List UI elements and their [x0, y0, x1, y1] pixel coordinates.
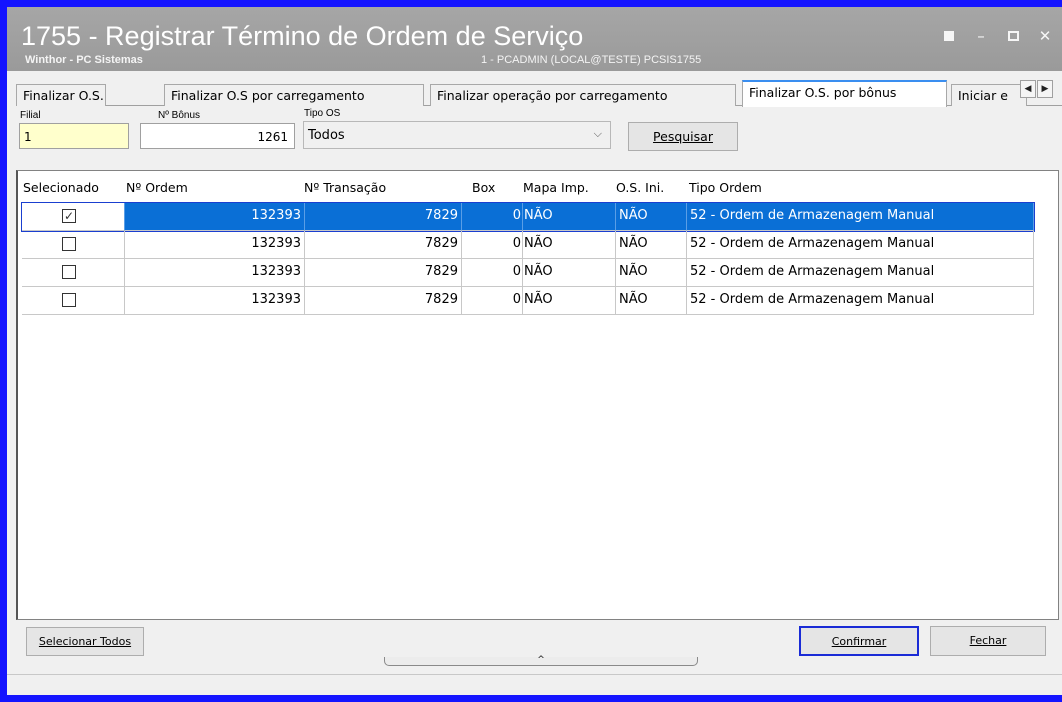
- cell-box: 0: [462, 203, 523, 231]
- bonus-label: Nº Bônus: [158, 110, 201, 121]
- search-button-label: Pesquisar: [653, 129, 713, 144]
- tab-finalizar-os-bonus[interactable]: Finalizar O.S. por bônus: [742, 80, 947, 107]
- cell-mapa: NÃO: [523, 231, 616, 259]
- cell-transacao: 7829: [305, 231, 462, 259]
- grid-header: Selecionado Nº Ordem Nº Transação Box Ma…: [18, 171, 1058, 201]
- tab-finalizar-operacao-carregamento[interactable]: Finalizar operação por carregamento: [430, 84, 736, 106]
- connection-info: 1 - PCADMIN (LOCAL@TESTE) PCSIS1755: [481, 54, 702, 66]
- cell-tipo: 52 - Ordem de Armazenagem Manual: [687, 231, 1034, 259]
- bonus-input[interactable]: 1261: [140, 123, 295, 149]
- cell-transacao: 7829: [305, 203, 462, 231]
- checkbox-icon[interactable]: [62, 237, 76, 251]
- close-button[interactable]: Fechar: [930, 626, 1046, 656]
- collapse-handle[interactable]: ^: [384, 655, 698, 666]
- cell-tipo: 52 - Ordem de Armazenagem Manual: [687, 259, 1034, 287]
- col-box[interactable]: Box: [472, 180, 495, 195]
- cell-ordem: 132393: [125, 231, 305, 259]
- title-bar[interactable]: 1755 - Registrar Término de Ordem de Ser…: [7, 7, 1062, 71]
- tab-scroll-left-icon[interactable]: ◀: [1020, 80, 1036, 98]
- cell-osini: NÃO: [616, 259, 687, 287]
- caret-up-icon: ^: [537, 655, 545, 665]
- close-icon[interactable]: ✕: [1034, 27, 1056, 45]
- window-controls: – ✕: [938, 27, 1056, 45]
- table-row[interactable]: 132393 7829 0 NÃO NÃO 52 - Ordem de Arma…: [22, 287, 1034, 315]
- cell-mapa: NÃO: [523, 287, 616, 315]
- tab-finalizar-os[interactable]: Finalizar O.S.: [16, 84, 106, 106]
- checkbox-checked-icon[interactable]: ✓: [62, 209, 76, 223]
- select-all-label: Selecionar Todos: [38, 635, 132, 648]
- checkbox-icon[interactable]: [62, 293, 76, 307]
- table-row[interactable]: 132393 7829 0 NÃO NÃO 52 - Ordem de Arma…: [22, 231, 1034, 259]
- tab-finalizar-os-carregamento[interactable]: Finalizar O.S por carregamento: [164, 84, 424, 106]
- cell-ordem: 132393: [125, 259, 305, 287]
- cell-box: 0: [462, 259, 523, 287]
- minimize-icon[interactable]: –: [970, 27, 992, 45]
- cell-osini: NÃO: [616, 231, 687, 259]
- cell-osini: NÃO: [616, 287, 687, 315]
- filial-input[interactable]: 1: [19, 123, 129, 149]
- chevron-down-icon: ⌵: [593, 127, 602, 140]
- tab-strip: Finalizar O.S. Finalizar O.S por carrega…: [16, 78, 1062, 107]
- col-ordem[interactable]: Nº Ordem: [126, 180, 188, 195]
- confirm-button[interactable]: Confirmar: [799, 626, 919, 656]
- cell-tipo: 52 - Ordem de Armazenagem Manual: [687, 287, 1034, 315]
- col-mapa-imp[interactable]: Mapa Imp.: [523, 180, 589, 195]
- col-selecionado[interactable]: Selecionado: [23, 180, 99, 195]
- window-subtitle: Winthor - PC Sistemas: [25, 54, 143, 66]
- cell-tipo: 52 - Ordem de Armazenagem Manual: [687, 203, 1034, 231]
- cell-box: 0: [462, 287, 523, 315]
- select-cell[interactable]: ✓: [22, 203, 125, 231]
- tipo-os-label: Tipo OS: [304, 108, 341, 119]
- select-cell[interactable]: [22, 259, 125, 287]
- cell-mapa: NÃO: [523, 259, 616, 287]
- close-label: Fechar: [969, 634, 1007, 647]
- cell-ordem: 132393: [125, 287, 305, 315]
- tab-iniciar[interactable]: Iniciar e: [951, 84, 1027, 106]
- cell-box: 0: [462, 231, 523, 259]
- status-bar: [7, 674, 1062, 695]
- table-row[interactable]: 132393 7829 0 NÃO NÃO 52 - Ordem de Arma…: [22, 259, 1034, 287]
- window-title: 1755 - Registrar Término de Ordem de Ser…: [21, 21, 584, 51]
- table-row[interactable]: ✓ 132393 7829 0 NÃO NÃO 52 - Ordem de Ar…: [21, 202, 1035, 232]
- tipo-os-select[interactable]: Todos ⌵: [303, 121, 611, 149]
- cell-transacao: 7829: [305, 287, 462, 315]
- select-cell[interactable]: [22, 287, 125, 315]
- checkbox-icon[interactable]: [62, 265, 76, 279]
- col-os-ini[interactable]: O.S. Ini.: [616, 180, 664, 195]
- restore-icon[interactable]: [938, 27, 960, 45]
- cell-mapa: NÃO: [523, 203, 616, 231]
- col-tipo-ordem[interactable]: Tipo Ordem: [689, 180, 762, 195]
- filial-label: Filial: [20, 110, 41, 121]
- cell-transacao: 7829: [305, 259, 462, 287]
- tipo-os-value: Todos: [308, 128, 345, 143]
- cell-osini: NÃO: [616, 203, 687, 231]
- orders-grid: Selecionado Nº Ordem Nº Transação Box Ma…: [16, 170, 1059, 620]
- select-all-button[interactable]: Selecionar Todos: [26, 627, 144, 656]
- confirm-label: Confirmar: [831, 635, 887, 648]
- cell-ordem: 132393: [125, 203, 305, 231]
- maximize-icon[interactable]: [1002, 27, 1024, 45]
- select-cell[interactable]: [22, 231, 125, 259]
- tab-scroll-right-icon[interactable]: ▶: [1037, 80, 1053, 98]
- search-button[interactable]: Pesquisar: [628, 122, 738, 151]
- col-transacao[interactable]: Nº Transação: [304, 180, 386, 195]
